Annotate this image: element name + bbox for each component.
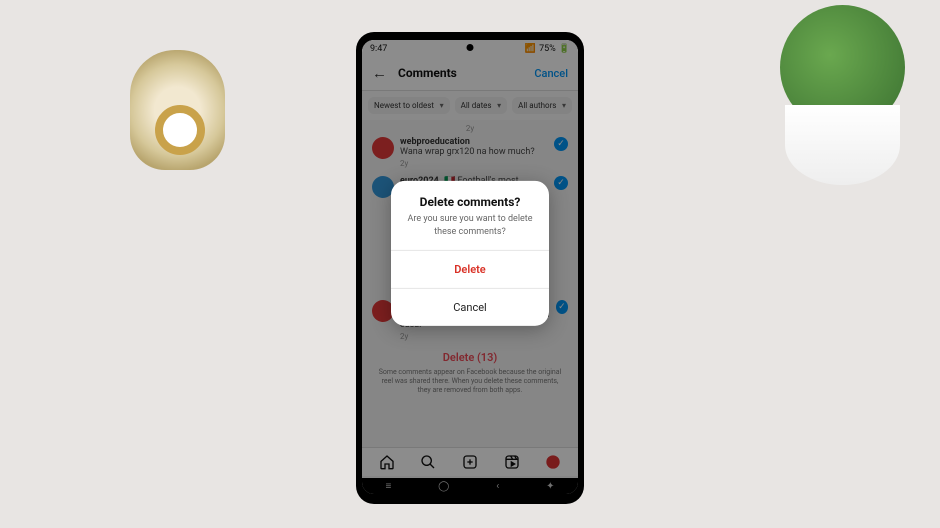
phone-screen: 9:47 📶 75% 🔋 ← Comments Cancel Newest to… — [362, 40, 578, 494]
plant-pot — [785, 105, 900, 185]
dialog-delete-button[interactable]: Delete — [391, 250, 549, 288]
clock-face — [155, 105, 205, 155]
dialog-message: Are you sure you want to delete these co… — [391, 213, 549, 249]
dialog-title: Delete comments? — [391, 181, 549, 213]
desk-clock — [130, 50, 225, 170]
phone-frame: 9:47 📶 75% 🔋 ← Comments Cancel Newest to… — [356, 32, 584, 504]
dialog-cancel-button[interactable]: Cancel — [391, 288, 549, 326]
delete-confirm-dialog: Delete comments? Are you sure you want t… — [391, 181, 549, 325]
